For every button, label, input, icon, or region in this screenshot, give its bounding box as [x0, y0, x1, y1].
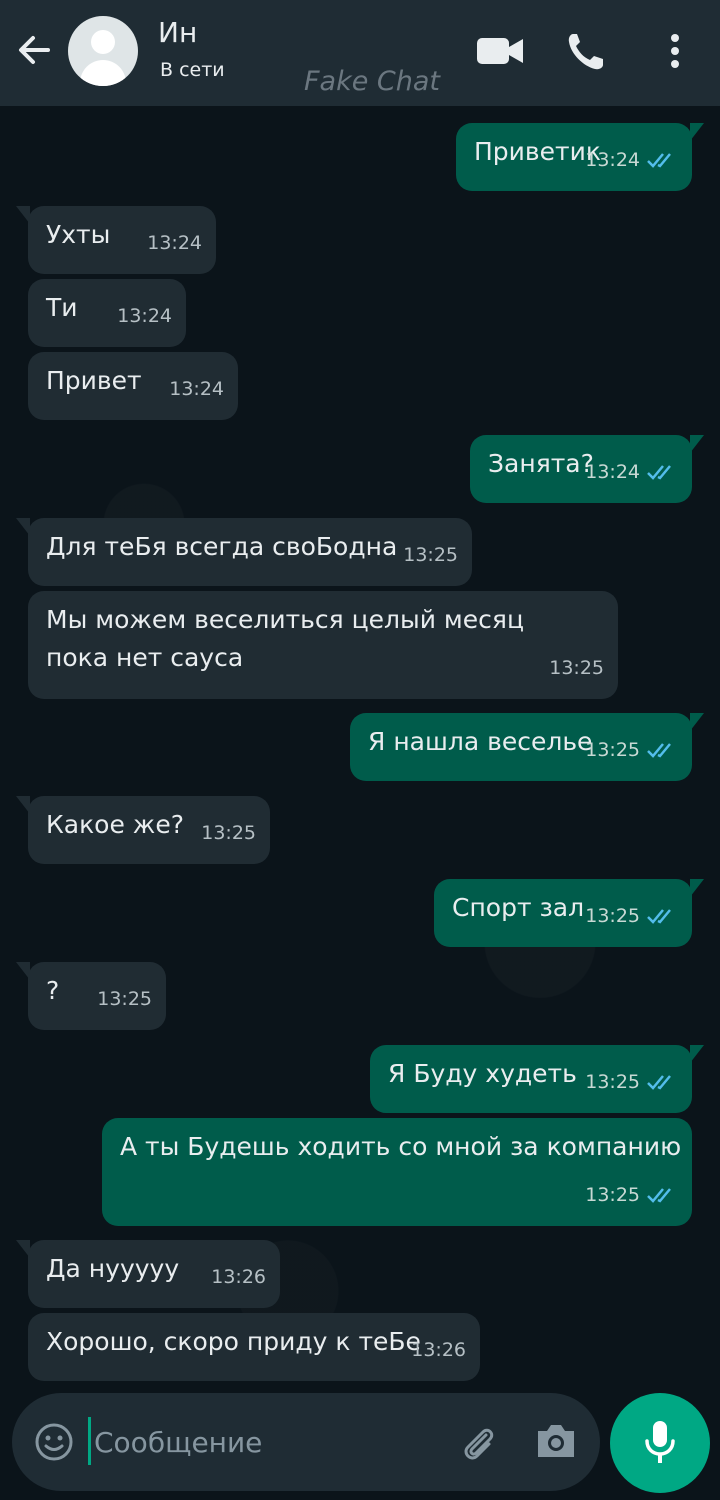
double-check-icon [647, 743, 671, 758]
message-time: 13:26 [211, 1266, 266, 1288]
message-meta: 13:25 [403, 536, 458, 574]
avatar[interactable] [68, 16, 138, 86]
watermark: Fake Chat [304, 66, 441, 97]
chat-header: Ин В сети Fake Chat [0, 0, 720, 106]
message-meta: 13:24 [117, 297, 172, 335]
message-meta: 13:25 [585, 1176, 678, 1214]
message-bubble-incoming[interactable]: Хорошо, скоро приду к теБе 13:26 [28, 1313, 480, 1381]
message-meta: 13:25 [201, 814, 256, 852]
text-cursor [88, 1417, 91, 1465]
camera-icon[interactable] [534, 1421, 578, 1461]
voice-call-icon[interactable] [563, 28, 613, 74]
message-bubble-incoming[interactable]: Ти 13:24 [28, 279, 186, 347]
message-bubble-incoming[interactable]: Какое же? 13:25 [16, 796, 270, 864]
message-time: 13:25 [585, 739, 640, 761]
message-bubble-incoming[interactable]: ? 13:25 [16, 962, 166, 1030]
back-arrow-icon[interactable] [14, 30, 54, 70]
message-bubble-outgoing[interactable]: Я нашла веселье 13:25 [350, 713, 704, 781]
message-time: 13:25 [201, 822, 256, 844]
message-time: 13:24 [147, 232, 202, 254]
message-text: Мы можем веселиться целый месяц пока нет… [46, 605, 524, 672]
message-time: 13:24 [585, 149, 640, 171]
message-time: 13:24 [117, 305, 172, 327]
avatar-head [91, 30, 115, 54]
microphone-icon [645, 1421, 675, 1463]
double-check-icon [647, 153, 671, 168]
message-meta: 13:24 [147, 224, 202, 262]
message-text: Для теБя всегда своБодна [46, 532, 398, 561]
message-time: 13:25 [585, 1071, 640, 1093]
message-bubble-incoming[interactable]: Привет 13:24 [28, 352, 238, 420]
message-meta: 13:24 [585, 141, 678, 179]
message-meta: 13:25 [97, 980, 152, 1018]
message-text: А ты Будешь ходить со мной за компанию [120, 1132, 682, 1161]
message-bubble-outgoing[interactable]: Приветик 13:24 [456, 123, 704, 191]
message-meta: 13:25 [585, 731, 678, 769]
message-meta: 13:26 [211, 1258, 266, 1296]
message-time: 13:25 [585, 1184, 640, 1206]
message-time: 13:24 [169, 378, 224, 400]
contact-status: В сети [160, 59, 225, 81]
double-check-icon [647, 909, 671, 924]
voice-record-button[interactable] [610, 1393, 710, 1493]
double-check-icon [647, 1075, 671, 1090]
message-bubble-outgoing[interactable]: Я Буду худеть 13:25 [370, 1045, 704, 1113]
message-time: 13:26 [411, 1339, 466, 1361]
message-time: 13:25 [585, 905, 640, 927]
video-call-icon[interactable] [475, 28, 525, 74]
message-meta: 13:25 [549, 649, 604, 687]
message-bubble-incoming[interactable]: Ухты 13:24 [16, 206, 216, 274]
message-meta: 13:24 [169, 370, 224, 408]
contact-name[interactable]: Ин [158, 16, 197, 49]
message-meta: 13:26 [411, 1331, 466, 1369]
message-input[interactable] [92, 1415, 436, 1469]
double-check-icon [647, 1188, 671, 1203]
message-bubble-outgoing[interactable]: А ты Будешь ходить со мной за компанию 1… [102, 1118, 692, 1226]
message-bubble-outgoing[interactable]: Спорт зал 13:25 [434, 879, 704, 947]
message-bubble-incoming[interactable]: Для теБя всегда своБодна 13:25 [16, 518, 472, 586]
message-time: 13:25 [403, 544, 458, 566]
message-meta: 13:25 [585, 897, 678, 935]
message-time: 13:25 [549, 657, 604, 679]
attach-icon[interactable] [456, 1421, 500, 1465]
message-text: Хорошо, скоро приду к теБе [46, 1327, 421, 1356]
message-time: 13:25 [97, 988, 152, 1010]
message-meta: 13:25 [585, 1063, 678, 1101]
message-bubble-outgoing[interactable]: Занята? 13:24 [470, 435, 704, 503]
more-options-icon[interactable] [660, 28, 690, 74]
double-check-icon [647, 465, 671, 480]
message-bubble-incoming[interactable]: Да нууууу 13:26 [16, 1240, 280, 1308]
message-time: 13:24 [585, 461, 640, 483]
message-bubble-incoming[interactable]: Мы можем веселиться целый месяц пока нет… [28, 591, 618, 699]
emoji-icon[interactable] [34, 1422, 74, 1462]
avatar-body [80, 60, 126, 86]
message-meta: 13:24 [585, 453, 678, 491]
message-composer [12, 1393, 600, 1491]
